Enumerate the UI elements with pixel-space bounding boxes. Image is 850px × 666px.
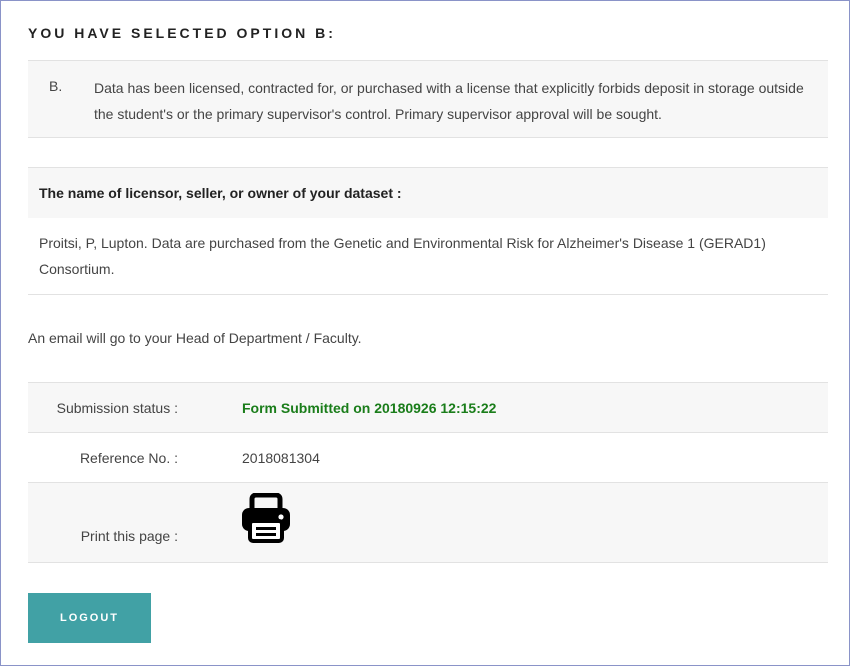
selected-option-box: B. Data has been licensed, contracted fo… xyxy=(28,60,828,138)
reference-value: 2018081304 xyxy=(242,450,320,466)
submission-status-label: Submission status : xyxy=(56,400,178,416)
licensor-label-row: The name of licensor, seller, or owner o… xyxy=(28,167,828,219)
reference-label: Reference No. : xyxy=(79,450,178,466)
submission-status-value: Form Submitted on 20180926 12:15:22 xyxy=(242,400,497,416)
printer-icon[interactable] xyxy=(242,492,290,543)
option-letter: B. xyxy=(49,78,63,94)
page-frame: YOU HAVE SELECTED OPTION B: B. Data has … xyxy=(0,0,850,666)
reference-row: Reference No. : 2018081304 xyxy=(28,432,828,482)
print-row: Print this page : xyxy=(28,482,828,563)
option-description: Data has been licensed, contracted for, … xyxy=(94,80,804,122)
page-title: YOU HAVE SELECTED OPTION B: xyxy=(28,25,336,41)
print-label: Print this page : xyxy=(80,528,178,544)
licensor-value: Proitsi, P, Lupton. Data are purchased f… xyxy=(39,235,766,277)
licensor-value-row: Proitsi, P, Lupton. Data are purchased f… xyxy=(28,218,828,295)
licensor-label: The name of licensor, seller, or owner o… xyxy=(39,185,402,201)
submission-status-row: Submission status : Form Submitted on 20… xyxy=(28,382,828,433)
email-notice: An email will go to your Head of Departm… xyxy=(28,330,362,346)
logout-button[interactable]: LOGOUT xyxy=(28,593,151,643)
